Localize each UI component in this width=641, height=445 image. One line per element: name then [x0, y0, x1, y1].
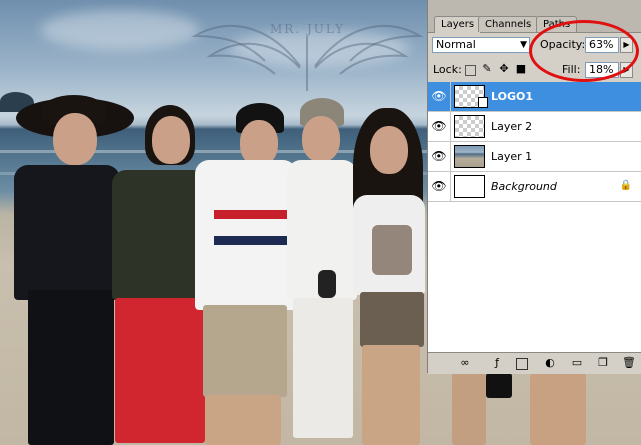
- layer-row-layer-1[interactable]: 👁 Layer 1: [428, 142, 641, 172]
- new-group-icon[interactable]: ▭: [570, 356, 584, 370]
- wings-watermark-icon: [191, 25, 424, 91]
- new-layer-icon[interactable]: ❐: [596, 356, 610, 370]
- trash-icon[interactable]: 🗑: [622, 356, 636, 370]
- watermark-text: MR. JULY: [270, 22, 345, 36]
- layer-name: Layer 1: [491, 150, 533, 163]
- layer-row-layer-2[interactable]: 👁 Layer 2: [428, 112, 641, 142]
- person-7-legs: [530, 373, 586, 445]
- layer-name: LOGO1: [491, 90, 534, 103]
- tab-layers[interactable]: Layers: [434, 16, 482, 33]
- layer-row-logo1[interactable]: 👁 ⇩ LOGO1: [428, 82, 641, 112]
- cloud: [40, 10, 200, 50]
- eye-icon[interactable]: 👁: [431, 179, 447, 194]
- eye-icon[interactable]: 👁: [431, 89, 447, 104]
- highlight-ring: [529, 20, 639, 82]
- lock-transparent-icon[interactable]: [465, 65, 476, 76]
- adjustment-layer-icon[interactable]: ◐: [543, 356, 557, 370]
- eye-icon[interactable]: 👁: [431, 119, 447, 134]
- eye-icon[interactable]: 👁: [431, 149, 447, 164]
- blend-mode-select[interactable]: Normal ▼: [432, 37, 530, 53]
- person-6-shorts: [486, 373, 512, 398]
- chevron-down-icon: ▼: [520, 40, 527, 50]
- layer-thumbnail: [454, 145, 485, 168]
- person-6-legs: [452, 373, 486, 445]
- lock-brush-icon[interactable]: ✎: [481, 63, 493, 75]
- lock-label: Lock:: [433, 63, 462, 76]
- layer-mask-icon[interactable]: [516, 358, 528, 370]
- layer-style-icon[interactable]: ƒ: [490, 356, 504, 370]
- link-icon: ⇩: [478, 97, 488, 108]
- layer-thumbnail: [454, 115, 485, 138]
- panel-bottom-toolbar: ∞ ƒ ◐ ▭ ❐ 🗑: [428, 352, 641, 374]
- layer-row-background[interactable]: 👁 Background 🔒: [428, 172, 641, 202]
- blend-mode-value: Normal: [436, 38, 476, 51]
- link-layers-icon[interactable]: ∞: [458, 356, 472, 370]
- layer-name: Background: [491, 180, 557, 193]
- lock-move-icon[interactable]: ✥: [498, 63, 510, 75]
- tab-channels[interactable]: Channels: [478, 16, 539, 32]
- layer-name: Layer 2: [491, 120, 533, 133]
- layers-list: 👁 ⇩ LOGO1 👁 Layer 2 👁 Layer 1 👁 Backgrou…: [428, 82, 641, 352]
- padlock-icon: 🔒: [619, 180, 632, 191]
- lock-all-icon[interactable]: ■: [515, 63, 527, 75]
- layer-thumbnail: [454, 175, 485, 198]
